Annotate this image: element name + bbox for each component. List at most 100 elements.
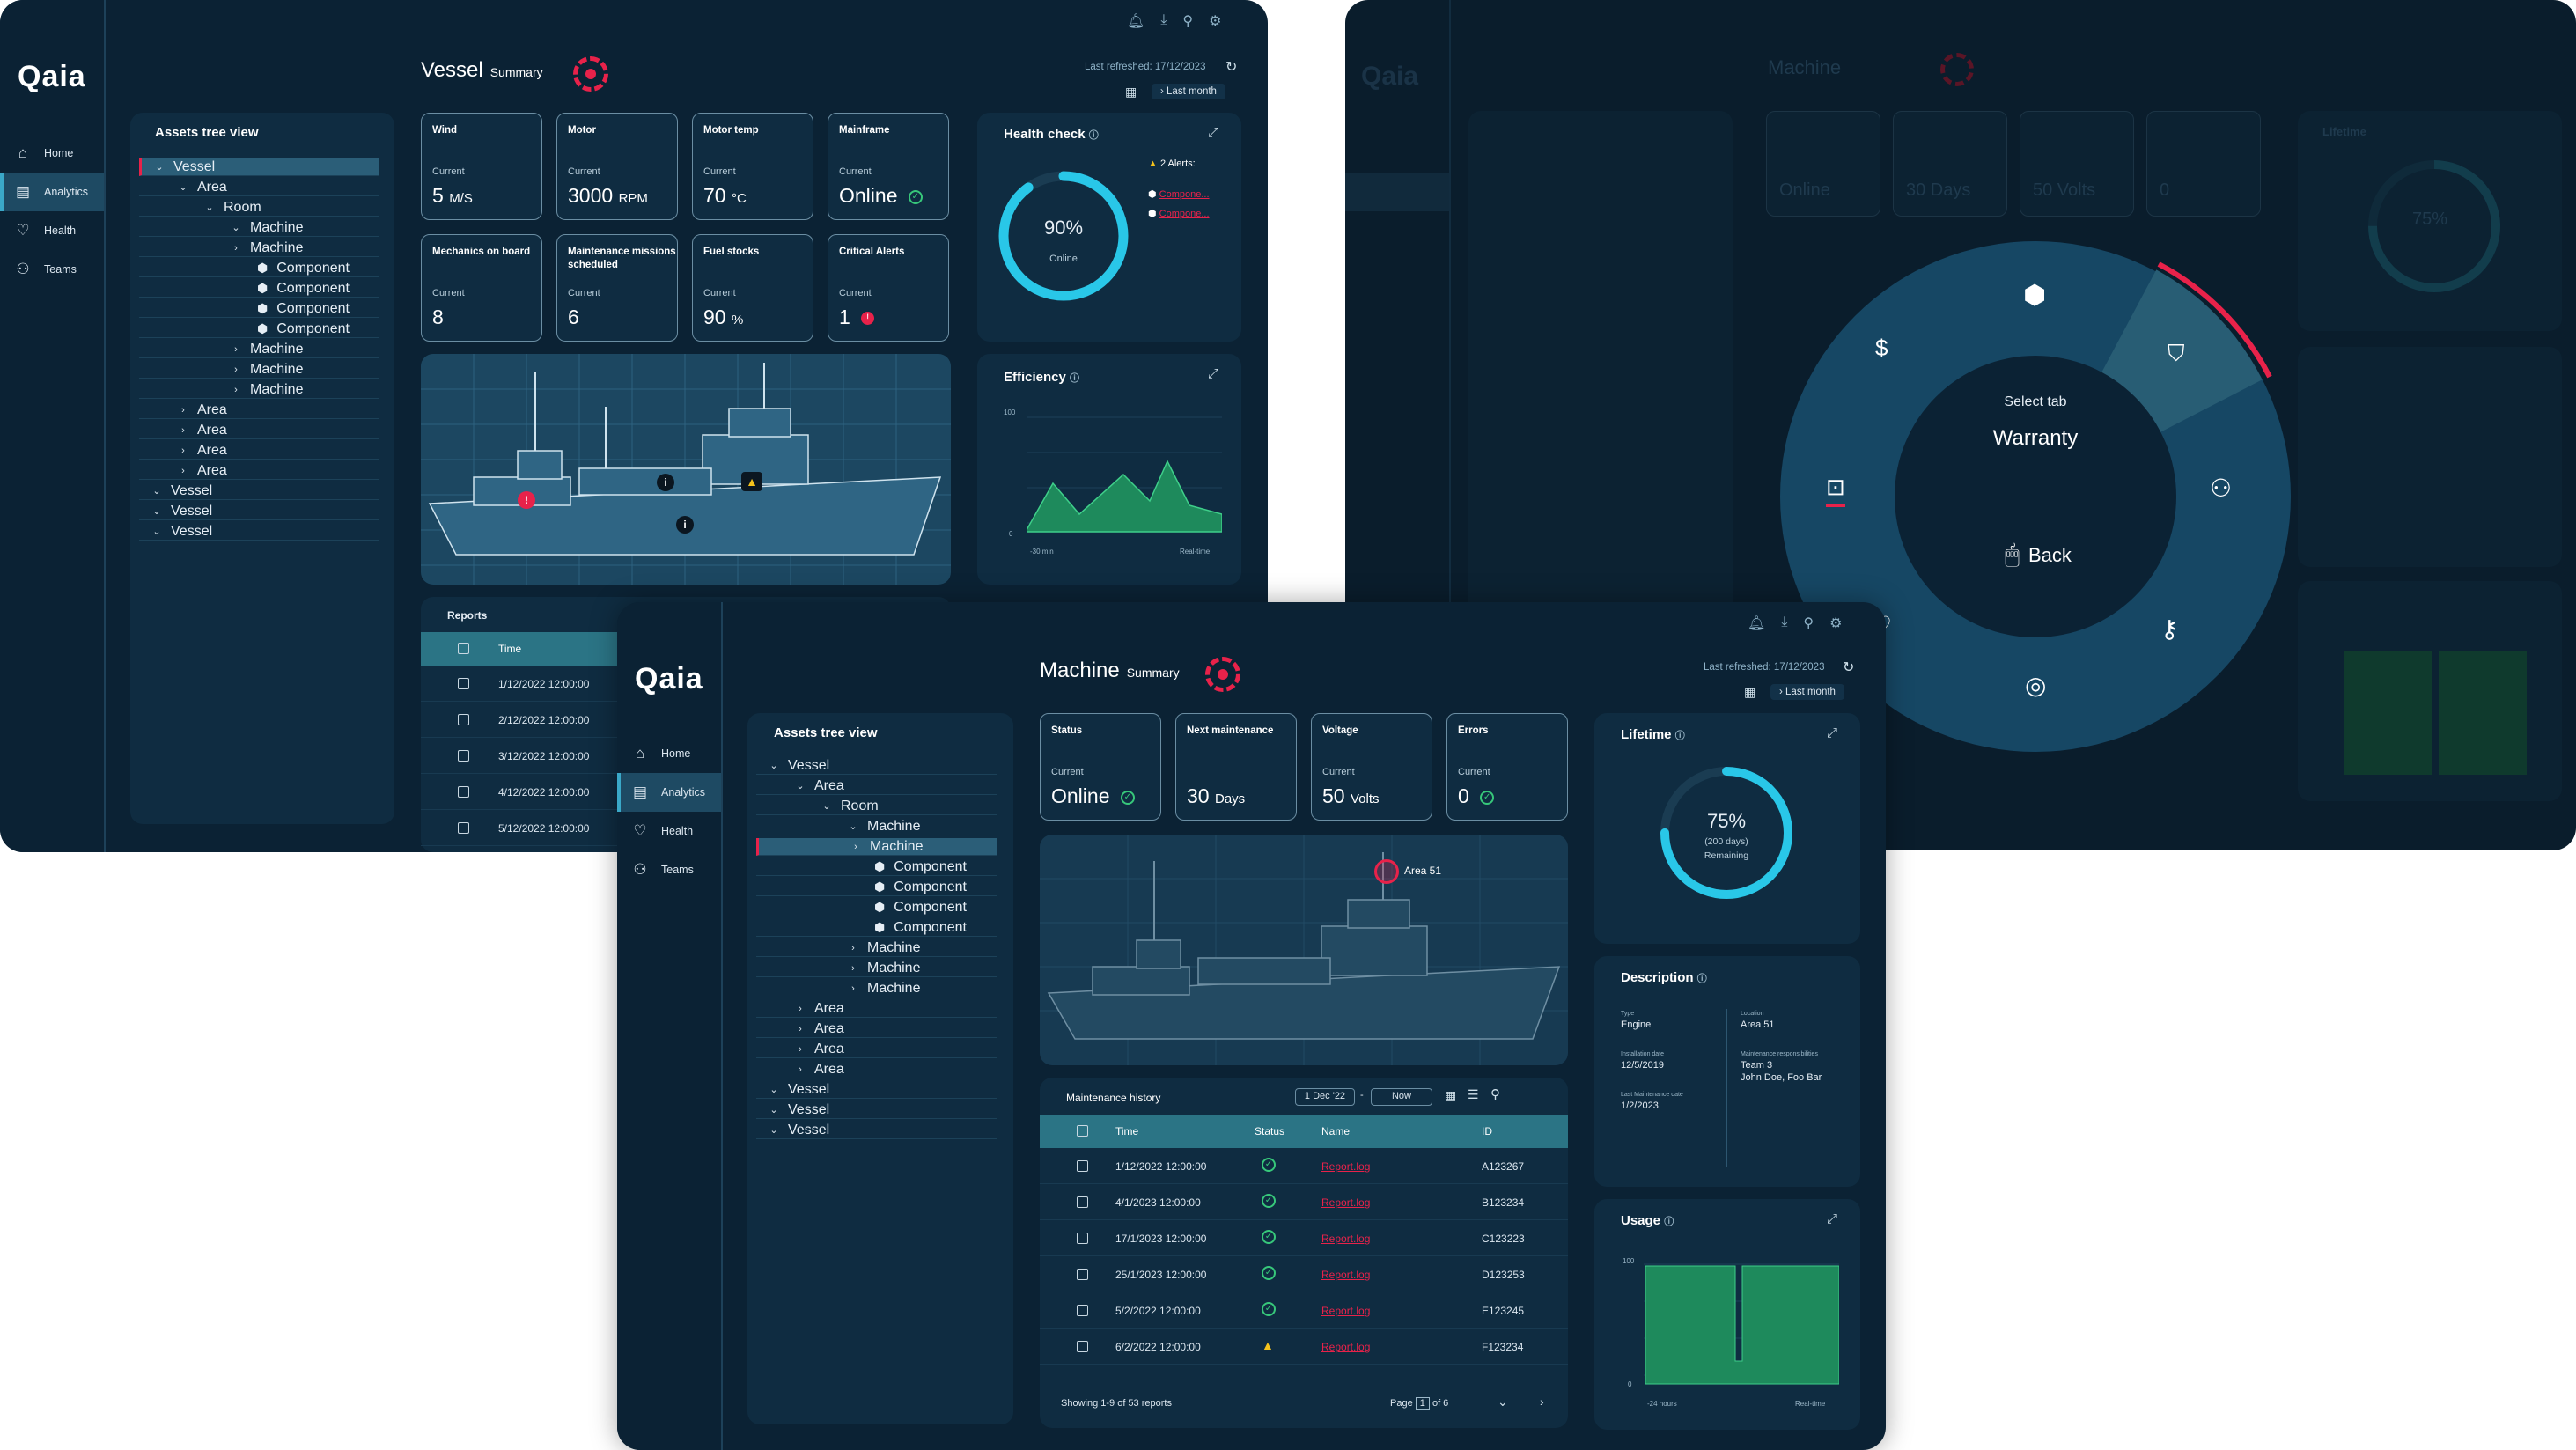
alert-item[interactable]: ⬢ Compone... [1148, 208, 1210, 219]
user-icon[interactable]: ⚲ [1803, 615, 1814, 632]
row-name-link[interactable]: Report.log [1321, 1341, 1370, 1353]
key-icon[interactable]: ⚷ [2160, 615, 2179, 644]
table-row[interactable]: 4/1/2023 12:00:00 ✓ Report.log B123234 [1040, 1184, 1568, 1220]
page-input[interactable]: 1 [1415, 1397, 1430, 1410]
nav-item-health[interactable]: ♡ Health [617, 812, 721, 850]
row-checkbox[interactable] [458, 678, 469, 689]
bell-icon[interactable]: 🔔︎ [1748, 615, 1765, 632]
select-all-checkbox[interactable] [1077, 1125, 1088, 1137]
download-icon[interactable]: ⤓ [1160, 12, 1167, 30]
tree-item[interactable]: › Machine [756, 980, 997, 997]
filter-icon[interactable]: ☰ [1468, 1087, 1479, 1102]
row-checkbox[interactable] [458, 822, 469, 834]
row-checkbox[interactable] [1077, 1269, 1088, 1280]
tree-item[interactable]: › Machine [756, 838, 997, 856]
tree-item[interactable]: ⌄ Vessel [756, 1122, 997, 1139]
tree-item[interactable]: ⬢ Component [756, 858, 997, 876]
calendar-icon[interactable]: ▦ [1445, 1088, 1456, 1103]
refresh-icon[interactable]: ↻ [1225, 58, 1237, 76]
nav-item-home[interactable]: ⌂ Home [617, 734, 721, 773]
period-select[interactable]: › Last month [1152, 84, 1225, 99]
tree-item[interactable]: ⌄ Vessel [139, 158, 379, 176]
tree-item[interactable]: › Machine [139, 341, 379, 358]
tree-item[interactable]: › Area [756, 1061, 997, 1078]
gear-icon[interactable]: ⚙ [1829, 615, 1842, 632]
tree-item[interactable]: ⬢ Component [139, 320, 379, 338]
warning-marker[interactable]: ▲ [741, 472, 762, 491]
nav-item-teams[interactable]: ⚇ Teams [0, 250, 104, 289]
back-button[interactable]: 🖱︎ Back [1981, 541, 2095, 570]
nav-item-analytics[interactable]: ▤ Analytics [617, 773, 721, 812]
row-name-link[interactable]: Report.log [1321, 1196, 1370, 1209]
tree-item[interactable]: ⬢ Component [139, 260, 379, 277]
tree-item[interactable]: ⌄ Room [139, 199, 379, 217]
tree-item[interactable]: › Area [139, 462, 379, 480]
nav-item-analytics[interactable]: ▤ Analytics [0, 173, 104, 211]
info-marker[interactable]: i [676, 516, 694, 534]
tree-item[interactable]: › Area [756, 1041, 997, 1058]
chevron-down-icon[interactable]: ⌄ [1498, 1395, 1508, 1410]
date-from-field[interactable]: 1 Dec '22 [1295, 1088, 1355, 1106]
tree-item[interactable]: › Machine [756, 960, 997, 977]
row-checkbox[interactable] [1077, 1196, 1088, 1208]
expand-icon[interactable]: ⤢ [1827, 1211, 1837, 1226]
tree-item[interactable]: ⬢ Component [756, 899, 997, 916]
calendar-icon[interactable]: ▦ [1744, 685, 1755, 700]
table-row[interactable]: 17/1/2023 12:00:00 ✓ Report.log C123223 [1040, 1220, 1568, 1256]
table-row[interactable]: 1/12/2022 12:00:00 ✓ Report.log A123267 [1040, 1148, 1568, 1184]
tree-item[interactable]: ⌄ Vessel [139, 482, 379, 500]
row-checkbox[interactable] [1077, 1341, 1088, 1352]
info-marker[interactable]: i [657, 474, 674, 491]
teams-icon[interactable]: ⚇ [2210, 474, 2232, 503]
expand-icon[interactable]: ⤢ [1208, 125, 1218, 140]
nav-item-analytics[interactable] [1345, 173, 1449, 211]
expand-icon[interactable]: ⤢ [1208, 366, 1218, 381]
row-checkbox[interactable] [458, 714, 469, 725]
tree-item[interactable]: › Machine [139, 361, 379, 379]
tree-item[interactable]: ⬢ Component [756, 919, 997, 937]
select-all-checkbox[interactable] [458, 643, 469, 654]
nav-item-home[interactable]: ⌂ Home [0, 134, 104, 173]
refresh-icon[interactable]: ↻ [1843, 659, 1854, 676]
notes-icon[interactable]: ⊡ [1826, 474, 1845, 507]
table-row[interactable]: 25/1/2023 12:00:00 ✓ Report.log D123253 [1040, 1256, 1568, 1292]
row-name-link[interactable]: Report.log [1321, 1305, 1370, 1317]
critical-marker[interactable]: ! [518, 491, 535, 509]
row-checkbox[interactable] [458, 750, 469, 762]
tree-item[interactable]: ⌄ Area [756, 777, 997, 795]
search-icon[interactable]: ⚲ [1490, 1086, 1500, 1102]
tree-item[interactable]: ⌄ Vessel [139, 503, 379, 520]
tree-item[interactable]: ⬢ Component [756, 879, 997, 896]
chevron-right-icon[interactable]: › [1540, 1395, 1544, 1409]
table-row[interactable]: 5/2/2022 12:00:00 ✓ Report.log E123245 [1040, 1292, 1568, 1329]
expand-icon[interactable]: ⤢ [1827, 725, 1837, 740]
tree-item[interactable]: ⌄ Vessel [756, 1101, 997, 1119]
tree-item[interactable]: ⌄ Machine [139, 219, 379, 237]
tree-item[interactable]: › Machine [139, 381, 379, 399]
tree-item[interactable]: › Area [139, 422, 379, 439]
tree-item[interactable]: ⌄ Vessel [756, 757, 997, 775]
tree-item[interactable]: ⌄ Machine [756, 818, 997, 835]
row-name-link[interactable]: Report.log [1321, 1233, 1370, 1245]
nav-item-health[interactable]: ♡ Health [0, 211, 104, 250]
bell-icon[interactable]: 🔔︎ [1127, 12, 1144, 30]
row-checkbox[interactable] [1077, 1160, 1088, 1172]
tree-item[interactable]: › Area [756, 1000, 997, 1018]
dollar-icon[interactable]: $ [1875, 335, 1888, 362]
row-checkbox[interactable] [1077, 1233, 1088, 1244]
alert-item[interactable]: ⬢ Compone... [1148, 188, 1210, 200]
tree-item[interactable]: ⬢ Component [139, 300, 379, 318]
calendar-icon[interactable]: ▦ [1125, 85, 1137, 99]
cube-icon[interactable]: ⬢ [2023, 280, 2046, 311]
tree-item[interactable]: › Machine [756, 939, 997, 957]
tree-item[interactable]: › Machine [139, 239, 379, 257]
location-marker[interactable] [1374, 859, 1399, 884]
nav-item-teams[interactable]: ⚇ Teams [617, 850, 721, 889]
row-name-link[interactable]: Report.log [1321, 1160, 1370, 1173]
tree-item[interactable]: ⌄ Vessel [139, 523, 379, 541]
tree-item[interactable]: ⌄ Vessel [756, 1081, 997, 1099]
row-checkbox[interactable] [1077, 1305, 1088, 1316]
tree-item[interactable]: › Area [756, 1020, 997, 1038]
tree-item[interactable]: ⌄ Room [756, 798, 997, 815]
row-checkbox[interactable] [458, 786, 469, 798]
